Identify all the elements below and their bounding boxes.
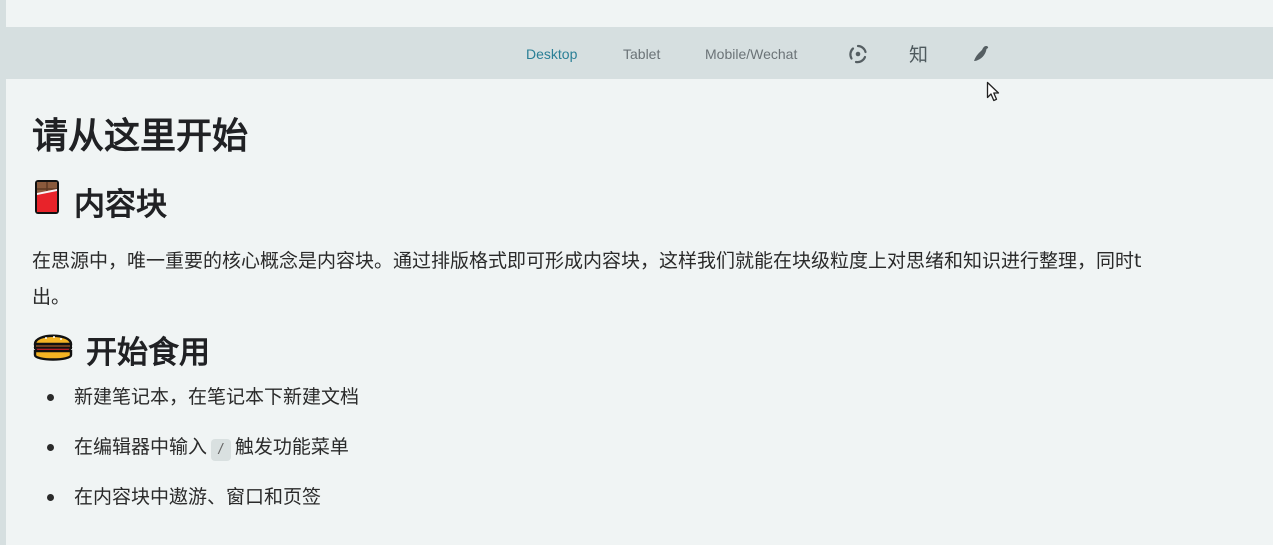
paragraph-line: 出。: [32, 286, 71, 308]
list-item: 在内容块中遨游、窗口和页签: [32, 487, 359, 537]
list-item: 新建笔记本，在笔记本下新建文档: [32, 387, 359, 437]
preview-toolbar: Desktop Tablet Mobile/Wechat 知: [6, 27, 1273, 79]
list-item: 在编辑器中输入 / 触发功能菜单: [32, 437, 359, 487]
tab-desktop[interactable]: Desktop: [526, 27, 577, 79]
refresh-icon[interactable]: [847, 43, 869, 65]
bullet-dot: [47, 494, 54, 501]
bullet-dot: [47, 394, 54, 401]
bullet-list: 新建笔记本，在笔记本下新建文档 在编辑器中输入 / 触发功能菜单 在内容块中遨游、窗…: [32, 387, 359, 537]
list-item-text: 新建笔记本，在笔记本下新建文档: [74, 386, 360, 408]
list-item-text: 触发功能菜单: [234, 436, 349, 458]
yuque-bird-icon[interactable]: [970, 43, 992, 65]
heading-content-block: 内容块: [32, 177, 167, 225]
inline-code: /: [211, 439, 231, 461]
top-strip: [6, 0, 1273, 27]
left-edge-border: [0, 0, 6, 545]
tab-tablet[interactable]: Tablet: [623, 27, 660, 79]
mouse-cursor-icon: [986, 81, 1002, 107]
heading-getting-started: 开始食用: [32, 327, 210, 372]
zhihu-icon[interactable]: 知: [909, 27, 928, 79]
heading-text: 开始食用: [86, 335, 210, 371]
bullet-dot: [47, 444, 54, 451]
burger-icon: [32, 328, 74, 372]
tab-mobile-wechat[interactable]: Mobile/Wechat: [705, 27, 797, 79]
paragraph-line: 在思源中，唯一重要的核心概念是内容块。通过排版格式即可形成内容块，这样我们就能在…: [32, 250, 1142, 272]
list-item-text: 在编辑器中输入: [74, 436, 208, 458]
page-title: 请从这里开始: [32, 116, 249, 157]
list-item-text: 在内容块中遨游、窗口和页签: [74, 486, 322, 508]
chocolate-bar-icon: [32, 177, 62, 225]
heading-text: 内容块: [74, 186, 167, 223]
paragraph: 在思源中，唯一重要的核心概念是内容块。通过排版格式即可形成内容块，这样我们就能在…: [32, 243, 1273, 315]
